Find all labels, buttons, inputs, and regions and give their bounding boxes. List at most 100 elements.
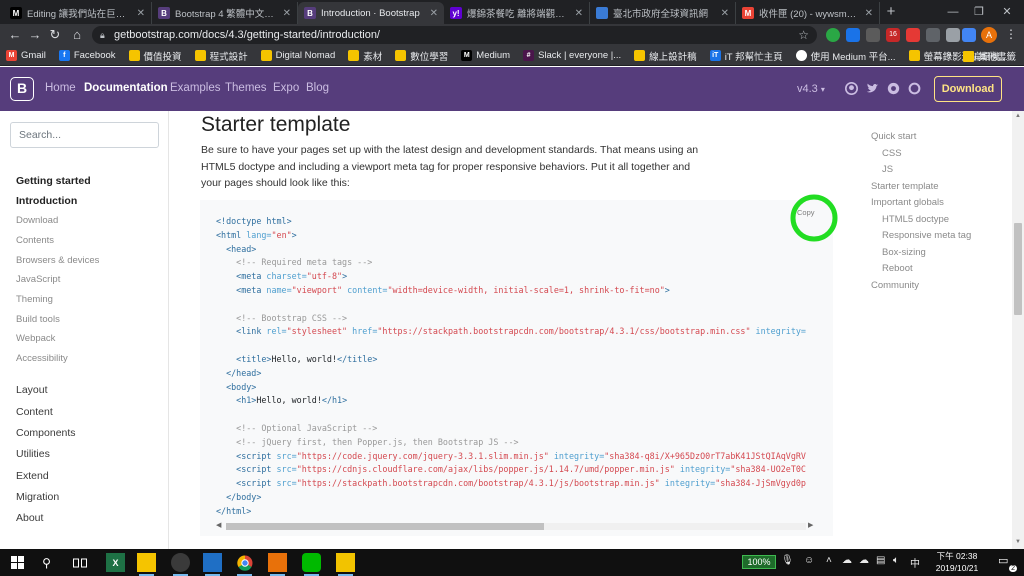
app-yellow-icon[interactable] <box>336 553 355 576</box>
slack-community-icon[interactable] <box>887 82 900 95</box>
cloud-icon[interactable]: ☁ <box>842 555 852 566</box>
back-icon[interactable]: ← <box>6 26 24 44</box>
sidebar-section-layout[interactable]: Layout <box>16 384 48 396</box>
bookmark-medium-platform[interactable]: 使用 Medium 平台... <box>795 49 896 63</box>
browser-tab-0[interactable]: M Editing 讓我們站在巨人的肩 ✕ <box>4 2 152 24</box>
sublime-icon[interactable] <box>268 553 287 576</box>
code-horizontal-scrollbar[interactable]: ◀ ▶ <box>216 521 816 531</box>
twitter-icon[interactable] <box>866 82 879 95</box>
sidebar-section-content[interactable]: Content <box>16 406 53 418</box>
close-tab-icon[interactable]: ✕ <box>283 8 291 19</box>
bookmark-folder-design[interactable]: 線上設計稿 <box>634 49 697 63</box>
volume-icon[interactable]: 🔈︎ <box>893 555 899 566</box>
profile-avatar[interactable]: A <box>981 27 997 43</box>
github-icon[interactable] <box>845 82 858 95</box>
network-icon[interactable]: ▤ <box>876 555 885 566</box>
sidebar-item-webpack[interactable]: Webpack <box>16 333 55 344</box>
system-clock[interactable]: 下午 02:38 2019/10/21 <box>924 551 990 574</box>
ime-indicator[interactable]: 中 <box>910 555 920 570</box>
toc-box-sizing[interactable]: Box-sizing <box>882 247 926 258</box>
opencollective-icon[interactable] <box>908 82 921 95</box>
sidebar-item-contents[interactable]: Contents <box>16 235 54 246</box>
close-tab-icon[interactable]: ✕ <box>575 8 583 19</box>
nav-expo[interactable]: Expo <box>273 82 299 94</box>
action-center-icon[interactable]: ▭ 2 <box>998 554 1017 572</box>
file-explorer-icon[interactable] <box>137 553 156 576</box>
bookmark-folder-assets[interactable]: 素材 <box>348 49 382 63</box>
cloud-2-icon[interactable]: ☁ <box>859 555 869 566</box>
task-view-icon[interactable] <box>70 553 89 572</box>
nav-home[interactable]: Home <box>45 82 76 94</box>
close-tab-icon[interactable]: ✕ <box>430 8 438 19</box>
other-bookmarks[interactable]: 其他書籤 <box>963 49 1016 63</box>
toc-css[interactable]: CSS <box>882 148 902 159</box>
extension-badge-icon[interactable]: 16 <box>886 28 900 42</box>
close-tab-icon[interactable]: ✕ <box>721 8 729 19</box>
sidebar-section-extend[interactable]: Extend <box>16 470 49 482</box>
new-tab-icon[interactable]: + <box>882 3 900 21</box>
bookmark-folder-elearning[interactable]: 數位學習 <box>395 49 448 63</box>
close-tab-icon[interactable]: ✕ <box>137 8 145 19</box>
extension-gray-icon[interactable] <box>866 28 880 42</box>
scroll-up-icon[interactable]: ▲ <box>1015 113 1021 119</box>
extension-dark-icon[interactable] <box>926 28 940 42</box>
battery-indicator[interactable]: 100% <box>742 555 776 569</box>
bookmark-facebook[interactable]: f Facebook <box>58 50 116 61</box>
version-dropdown[interactable]: v4.3 ▾ <box>797 83 825 95</box>
scroll-right-icon[interactable]: ▶ <box>808 521 813 529</box>
extension-red-icon[interactable] <box>906 28 920 42</box>
close-tab-icon[interactable]: ✕ <box>865 8 873 19</box>
chrome-menu-icon[interactable]: ⋮ <box>1005 27 1017 41</box>
sidebar-item-theming[interactable]: Theming <box>16 294 53 305</box>
search-icon[interactable]: ⚲ <box>37 553 56 572</box>
bootstrap-logo[interactable]: B <box>10 77 34 101</box>
bookmark-star-icon[interactable]: ☆ <box>798 26 809 44</box>
minimize-icon[interactable]: — <box>940 2 966 22</box>
bookmark-folder-value-investing[interactable]: 價值投資 <box>128 49 182 63</box>
bookmark-ithelp[interactable]: iT iT 邦幫忙主頁 <box>709 49 783 63</box>
toc-html5-doctype[interactable]: HTML5 doctype <box>882 214 949 225</box>
app-circle-icon[interactable] <box>171 553 190 576</box>
window-close-icon[interactable]: ✕ <box>994 2 1020 22</box>
scroll-down-icon[interactable]: ▼ <box>1015 539 1021 545</box>
code-block[interactable]: <!doctype html> <html lang="en"> <head> <… <box>216 215 806 519</box>
browser-tab-5[interactable]: M 收件匣 (20) - wywsmail@gm ✕ <box>736 2 880 24</box>
extension-green-icon[interactable] <box>826 28 840 42</box>
sidebar-section-migration[interactable]: Migration <box>16 491 59 503</box>
toc-reboot[interactable]: Reboot <box>882 263 913 274</box>
toc-starter-template[interactable]: Starter template <box>871 181 939 192</box>
sidebar-item-build-tools[interactable]: Build tools <box>16 314 60 325</box>
bookmark-folder-programming[interactable]: 程式設計 <box>194 49 248 63</box>
vscode-icon[interactable] <box>203 553 222 576</box>
excel-icon[interactable]: X <box>106 553 125 572</box>
extension-translate-icon[interactable] <box>962 28 976 42</box>
bookmark-medium[interactable]: M Medium <box>461 50 510 61</box>
nav-documentation[interactable]: Documentation <box>84 82 168 94</box>
scroll-thumb[interactable] <box>1014 223 1022 315</box>
sidebar-item-introduction[interactable]: Introduction <box>16 195 77 207</box>
forward-icon[interactable]: → <box>26 26 44 44</box>
page-vertical-scrollbar[interactable]: ▲ ▼ <box>1012 111 1024 549</box>
browser-tab-4[interactable]: 臺北市政府全球資訊網 ✕ <box>590 2 736 24</box>
scroll-thumb[interactable] <box>226 523 544 530</box>
toc-quick-start[interactable]: Quick start <box>871 131 916 142</box>
bookmark-gmail[interactable]: M Gmail <box>6 50 46 61</box>
sidebar-section-about[interactable]: About <box>16 512 43 524</box>
bookmarks-overflow-icon[interactable]: » <box>946 49 952 60</box>
microphone-icon[interactable]: 🎙︎ <box>781 555 794 566</box>
extension-blue-icon[interactable] <box>846 28 860 42</box>
sidebar-item-browsers-devices[interactable]: Browsers & devices <box>16 255 99 266</box>
sidebar-section-getting-started[interactable]: Getting started <box>16 175 91 187</box>
windows-start-icon[interactable] <box>8 553 27 572</box>
nav-themes[interactable]: Themes <box>225 82 267 94</box>
browser-tab-active[interactable]: B Introduction · Bootstrap ✕ <box>298 2 444 24</box>
toc-js[interactable]: JS <box>882 164 893 175</box>
docs-search-input[interactable] <box>10 122 159 148</box>
toc-important-globals[interactable]: Important globals <box>871 197 944 208</box>
restore-icon[interactable]: ❐ <box>966 2 992 22</box>
reload-icon[interactable]: ↻ <box>46 26 64 44</box>
sidebar-section-components[interactable]: Components <box>16 427 76 439</box>
camera-extension-icon[interactable] <box>946 28 960 42</box>
address-bar[interactable]: 🔒︎ getbootstrap.com/docs/4.3/getting-sta… <box>92 26 817 44</box>
chrome-icon[interactable] <box>235 553 254 576</box>
